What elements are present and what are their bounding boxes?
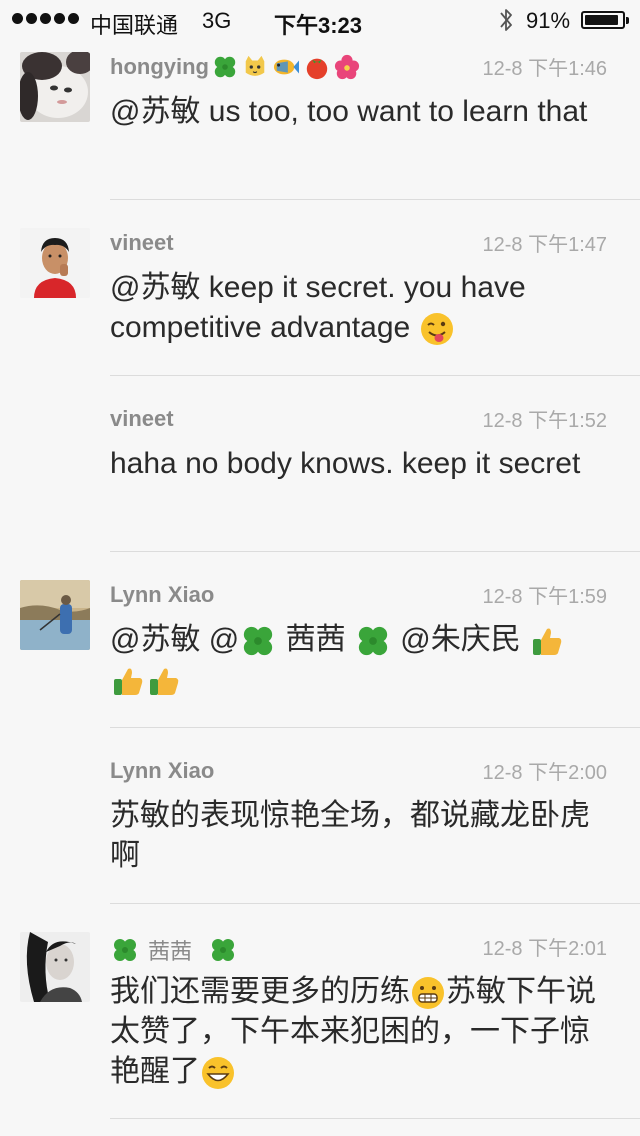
thumbs-up-icon	[110, 663, 146, 699]
battery-percent: 91%	[526, 8, 571, 33]
winking-tongue-face-icon	[419, 311, 455, 347]
comment-text: @苏敏 us too, too want to learn that	[110, 95, 588, 128]
comment-text: @苏敏 @ 茜茜 @朱庆民	[110, 620, 615, 700]
grinning-face-icon	[200, 1055, 236, 1091]
four-leaf-clover-icon	[110, 936, 140, 964]
timestamp: 12-8 下午1:47	[482, 234, 607, 256]
avatar[interactable]	[20, 52, 90, 122]
author-name[interactable]: 茜茜	[110, 934, 238, 966]
tropical-fish-icon	[271, 54, 301, 80]
author-name[interactable]: vineet	[110, 406, 174, 432]
bluetooth-icon	[500, 9, 512, 31]
thumbs-up-icon	[146, 663, 182, 699]
tomato-icon	[303, 54, 331, 80]
avatar[interactable]	[20, 580, 90, 650]
hibiscus-icon	[333, 54, 361, 80]
carrier-name: 中国联通	[90, 13, 179, 38]
four-leaf-clover-icon	[354, 623, 392, 659]
divider	[110, 375, 640, 376]
timestamp: 12-8 下午2:01	[482, 938, 607, 960]
signal-strength-icon	[12, 13, 79, 24]
divider	[110, 199, 640, 200]
avatar[interactable]	[20, 228, 90, 298]
thumbs-up-icon	[529, 623, 565, 659]
four-leaf-clover-icon	[239, 623, 277, 659]
divider	[110, 903, 640, 904]
author-name[interactable]: Lynn Xiao	[110, 582, 214, 608]
divider	[110, 727, 640, 728]
four-leaf-clover-icon	[208, 936, 238, 964]
author-name[interactable]: Lynn Xiao	[110, 758, 214, 784]
comment-text: 我们还需要更多的历练 苏敏下午说太赞了，下午本来犯困的，一下子惊艳醒了	[110, 972, 615, 1092]
comment-text: 苏敏的表现惊艳全场，都说藏龙卧虎啊	[110, 799, 590, 872]
avatar[interactable]	[20, 932, 90, 1002]
timestamp: 12-8 下午1:59	[482, 586, 607, 608]
timestamp: 12-8 下午1:52	[482, 410, 607, 432]
status-bar: 中国联通 3G 下午3:23 91%	[0, 0, 640, 40]
network-type: 3G	[202, 8, 232, 33]
comment-text: haha no body knows. keep it secret	[110, 447, 581, 480]
comment-text: @苏敏 keep it secret. you have competitive…	[110, 268, 615, 348]
divider	[110, 551, 640, 552]
grimacing-face-icon	[410, 975, 446, 1011]
battery-icon	[581, 11, 629, 29]
timestamp: 12-8 下午1:46	[482, 58, 607, 80]
divider	[110, 1118, 640, 1119]
status-time: 下午3:23	[274, 13, 363, 38]
author-name[interactable]: vineet	[110, 230, 174, 256]
timestamp: 12-8 下午2:00	[482, 762, 607, 784]
author-name[interactable]: hongying	[110, 54, 361, 80]
cat-face-icon	[241, 54, 269, 80]
four-leaf-clover-icon	[211, 54, 239, 80]
